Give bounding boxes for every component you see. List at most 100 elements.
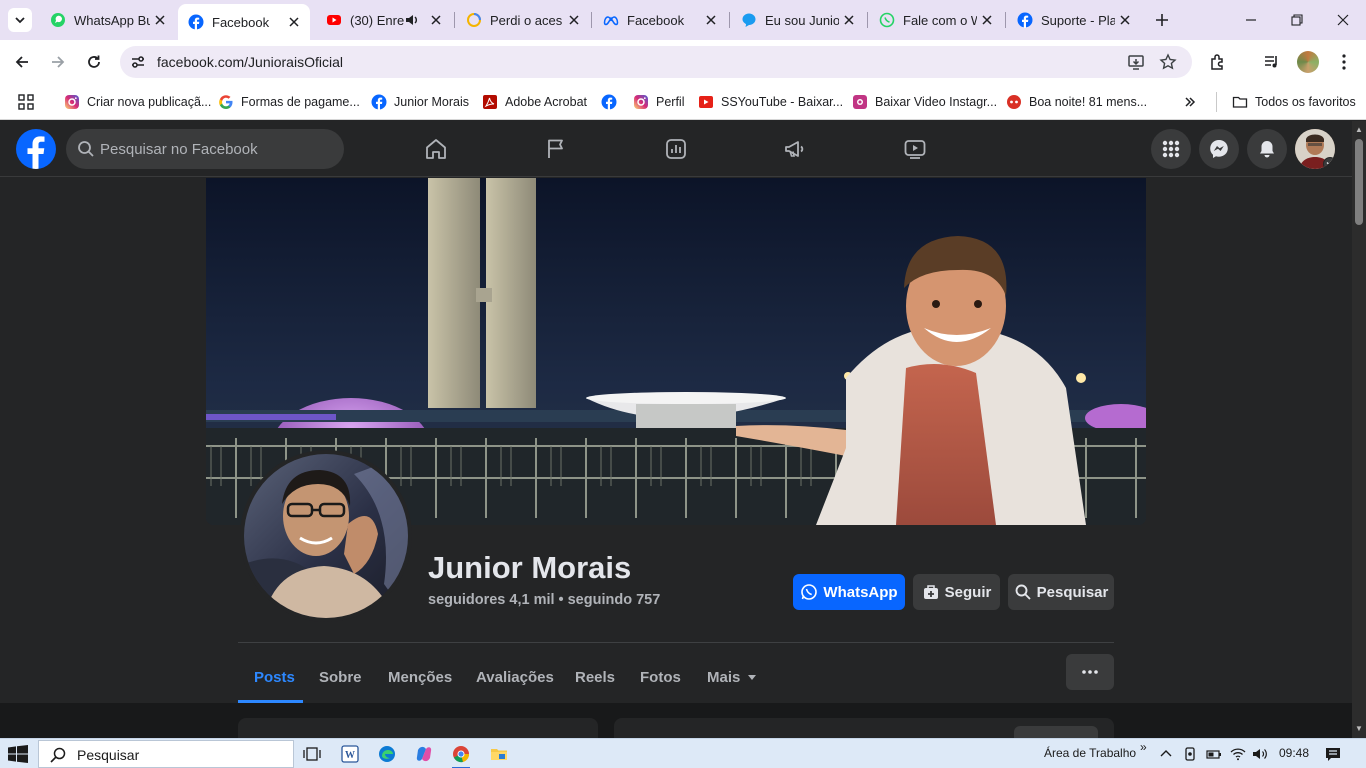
back-button[interactable]: [8, 48, 36, 76]
page-scrollbar[interactable]: ▲ ▼: [1352, 121, 1366, 738]
nav-ads[interactable]: [739, 125, 851, 173]
taskbar-explorer-app[interactable]: [488, 743, 510, 765]
show-hidden-icons[interactable]: [1157, 745, 1175, 763]
browser-tab[interactable]: (30) Enre: [316, 0, 452, 40]
desktop-toolbar-label[interactable]: Área de Trabalho: [1044, 746, 1136, 760]
facebook-search-box[interactable]: [66, 129, 344, 169]
bookmark-item[interactable]: Baixar Video Instagr...: [852, 92, 997, 112]
taskbar-search[interactable]: Pesquisar: [38, 740, 294, 768]
close-icon[interactable]: [284, 12, 304, 32]
bookmark-item[interactable]: SSYouTube - Baixar...: [698, 92, 843, 112]
speaker-icon[interactable]: [404, 12, 420, 28]
kebab-menu-icon[interactable]: [1332, 50, 1356, 74]
nav-insights[interactable]: [620, 125, 732, 173]
windows-start-icon[interactable]: [8, 745, 28, 763]
task-view-button[interactable]: [301, 743, 323, 765]
tab-mentions[interactable]: Menções: [388, 652, 452, 702]
tab-reels[interactable]: Reels: [575, 652, 615, 702]
scrollbar-thumb[interactable]: [1355, 139, 1363, 225]
minimize-button[interactable]: [1228, 0, 1274, 40]
bookmark-item[interactable]: [601, 92, 624, 112]
clock[interactable]: 09:48: [1279, 746, 1309, 760]
account-avatar[interactable]: [1295, 129, 1335, 169]
close-icon[interactable]: [426, 10, 446, 30]
close-icon[interactable]: [701, 10, 721, 30]
toolbar-chevron[interactable]: »: [1140, 740, 1147, 754]
taskbar-copilot-app[interactable]: [413, 743, 435, 765]
browser-tab[interactable]: Eu sou Junio: [731, 0, 865, 40]
notification-center-button[interactable]: [1324, 745, 1342, 763]
bookmark-item[interactable]: Junior Morais: [371, 92, 469, 112]
tab-about[interactable]: Sobre: [319, 652, 362, 702]
nav-video[interactable]: [859, 125, 971, 173]
facebook-search-input[interactable]: [100, 129, 336, 169]
browser-tab[interactable]: Fale com o W: [869, 0, 1003, 40]
browser-tab[interactable]: WhatsApp Bu: [40, 0, 176, 40]
following-count[interactable]: 757: [636, 592, 660, 608]
scroll-up-arrow[interactable]: ▲: [1354, 125, 1364, 135]
media-controls-icon[interactable]: [1260, 50, 1284, 74]
chevron-down-icon[interactable]: [1323, 157, 1335, 169]
follow-button[interactable]: Seguir: [913, 574, 1000, 610]
whatsapp-button[interactable]: WhatsApp: [793, 574, 905, 610]
reload-button[interactable]: [80, 48, 108, 76]
arrow-left-icon: [15, 56, 28, 68]
new-tab-button[interactable]: [1150, 8, 1174, 32]
bookmark-item[interactable]: Formas de pagame...: [218, 92, 360, 112]
search-profile-button[interactable]: Pesquisar: [1008, 574, 1114, 610]
notifications-button[interactable]: [1247, 129, 1287, 169]
install-app-icon[interactable]: [1126, 52, 1146, 72]
profile-picture[interactable]: [240, 450, 412, 622]
wifi-icon[interactable]: [1229, 745, 1247, 763]
close-icon[interactable]: [977, 10, 997, 30]
tray-phone-icon[interactable]: [1181, 745, 1199, 763]
close-icon[interactable]: [150, 10, 170, 30]
tab-reviews[interactable]: Avaliações: [476, 652, 554, 702]
menu-button[interactable]: [1151, 129, 1191, 169]
followers-count[interactable]: 4,1 mil: [509, 592, 554, 608]
url-text[interactable]: facebook.com/JunioraisOficial: [157, 54, 343, 70]
facebook-logo[interactable]: [16, 129, 56, 169]
bookmark-item[interactable]: Criar nova publicaçã...: [64, 92, 211, 112]
more-options-button[interactable]: [1066, 654, 1114, 690]
tab-search-button[interactable]: [8, 8, 32, 32]
forward-button[interactable]: [44, 48, 72, 76]
facebook-header: [0, 121, 1352, 177]
browser-tab[interactable]: Perdi o aces: [456, 0, 590, 40]
nav-pages[interactable]: [500, 125, 612, 173]
bookmark-star-icon[interactable]: [1158, 52, 1178, 72]
messenger-button[interactable]: [1199, 129, 1239, 169]
taskbar-chrome-app[interactable]: [450, 743, 472, 768]
battery-icon[interactable]: [1205, 745, 1223, 763]
all-bookmarks-button[interactable]: Todos os favoritos: [1232, 92, 1356, 112]
scroll-down-arrow[interactable]: ▼: [1354, 724, 1364, 734]
site-info-icon[interactable]: [126, 50, 150, 74]
close-window-button[interactable]: [1320, 0, 1366, 40]
close-icon[interactable]: [564, 10, 584, 30]
profile-avatar-icon[interactable]: [1296, 50, 1320, 74]
bookmark-item[interactable]: Perfil: [633, 92, 684, 112]
apps-grid-button[interactable]: [18, 92, 34, 112]
browser-tab-active[interactable]: Facebook: [178, 4, 310, 40]
nav-home[interactable]: [380, 125, 492, 173]
profile-header-card: Junior Morais seguidores 4,1 mil • seguind…: [0, 178, 1352, 703]
tab-more[interactable]: Mais: [707, 652, 757, 702]
close-icon[interactable]: [839, 10, 859, 30]
tab-title: Facebook: [627, 12, 685, 28]
filters-button[interactable]: [1014, 726, 1098, 738]
close-icon[interactable]: [1115, 10, 1135, 30]
tab-photos[interactable]: Fotos: [640, 652, 681, 702]
taskbar-word-app[interactable]: W: [339, 743, 361, 765]
extensions-icon[interactable]: [1206, 50, 1230, 74]
browser-tab[interactable]: Suporte - Pla: [1007, 0, 1141, 40]
taskbar-edge-app[interactable]: [376, 743, 398, 765]
bookmark-item[interactable]: Boa noite! 81 mens...: [1006, 92, 1147, 112]
tab-separator: [729, 12, 730, 28]
browser-tab[interactable]: Facebook: [593, 0, 727, 40]
bookmark-item[interactable]: Adobe Acrobat: [482, 92, 587, 112]
address-bar[interactable]: facebook.com/JunioraisOficial: [120, 46, 1192, 78]
tab-posts[interactable]: Posts: [254, 652, 295, 702]
more-bookmarks-button[interactable]: [1184, 92, 1196, 112]
restore-button[interactable]: [1274, 0, 1320, 40]
volume-icon[interactable]: [1251, 745, 1269, 763]
